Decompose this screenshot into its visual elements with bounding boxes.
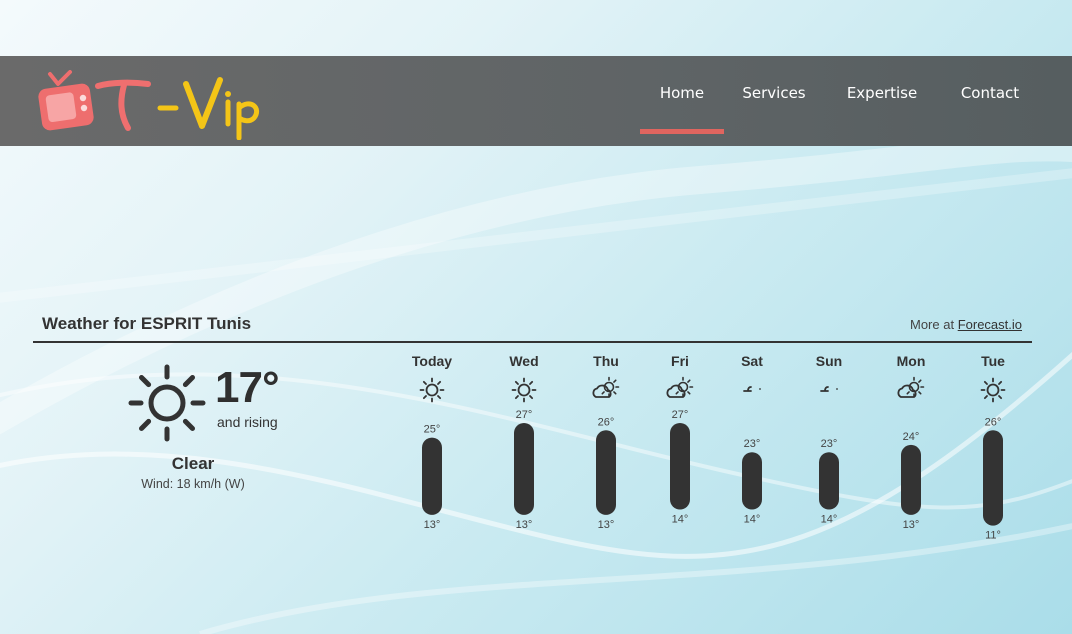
forecast-day-name: Thu xyxy=(593,353,619,369)
low-temperature: 14° xyxy=(744,514,761,526)
high-temperature: 23° xyxy=(821,438,838,450)
forecast-day: Tue 26° 11° xyxy=(980,353,1006,542)
navbar: Home Services Expertise Contact xyxy=(0,56,1072,146)
forecast-day: Sat 23° 14° xyxy=(741,353,763,526)
high-temperature: 26° xyxy=(598,416,615,428)
wind-icon xyxy=(820,386,838,392)
low-temperature: 14° xyxy=(672,514,689,526)
main-nav: Home Services Expertise Contact xyxy=(640,56,1040,146)
temperature-bar xyxy=(514,423,534,515)
weather-title: Weather for ESPRIT Tunis xyxy=(42,314,252,333)
weather-widget: Weather for ESPRIT Tunis More at Forecas… xyxy=(33,308,1032,542)
high-temperature: 26° xyxy=(985,416,1002,428)
forecast-day: Today 25° 13° xyxy=(412,353,452,531)
low-temperature: 14° xyxy=(821,514,838,526)
nav-contact[interactable]: Contact xyxy=(940,56,1040,146)
current-temperature: 17° xyxy=(215,363,280,412)
temperature-trend: and rising xyxy=(217,414,278,430)
temperature-bar xyxy=(596,430,616,515)
high-temperature: 23° xyxy=(744,438,761,450)
forecast-day: Sun 23° 14° xyxy=(816,353,842,526)
temperature-bar xyxy=(901,444,921,515)
temperature-bar xyxy=(983,430,1003,526)
temperature-bar xyxy=(819,452,839,510)
forecast-day-name: Mon xyxy=(897,353,926,369)
forecast-day-name: Today xyxy=(412,353,452,369)
forecast-day: Fri 27° 14° xyxy=(666,353,694,526)
nav-home[interactable]: Home xyxy=(640,56,724,146)
forecast-day-name: Sun xyxy=(816,353,842,369)
high-temperature: 27° xyxy=(516,409,533,421)
nav-expertise[interactable]: Expertise xyxy=(824,56,940,146)
current-summary: Clear xyxy=(171,454,215,473)
forecast-day-name: Tue xyxy=(981,353,1005,369)
forecast-day: Thu 26° 13° xyxy=(592,353,620,531)
clear-day-icon xyxy=(419,377,445,403)
forecast-day: Mon 24° 13° xyxy=(897,353,926,531)
temperature-bar xyxy=(422,437,442,515)
nav-services[interactable]: Services xyxy=(724,56,824,146)
partly-cloudy-day-icon xyxy=(897,376,925,398)
weather-header: Weather for ESPRIT Tunis More at Forecas… xyxy=(33,308,1032,343)
forecast-day-name: Fri xyxy=(671,353,689,369)
daily-forecast: Today25°13°Wed27°13°Thu26°13°Fri27°14°Sa… xyxy=(412,353,1006,542)
low-temperature: 13° xyxy=(424,519,441,531)
partly-cloudy-icon xyxy=(592,376,620,398)
high-temperature: 27° xyxy=(672,409,689,421)
low-temperature: 13° xyxy=(598,519,615,531)
logo[interactable] xyxy=(36,70,266,141)
current-conditions: 17° and rising Clear Wind: 18 km/h (W) xyxy=(33,343,333,503)
forecast-day-name: Wed xyxy=(509,353,538,369)
forecast-attribution: More at Forecast.io xyxy=(910,317,1022,332)
low-temperature: 13° xyxy=(903,519,920,531)
low-temperature: 11° xyxy=(985,530,1001,542)
low-temperature: 13° xyxy=(516,519,533,531)
tv-logo-icon xyxy=(38,70,260,141)
forecast-io-link[interactable]: Forecast.io xyxy=(958,317,1022,332)
partly-cloudy-day-icon xyxy=(666,376,694,398)
wind-icon xyxy=(743,386,761,392)
clear-day-icon xyxy=(128,364,206,442)
forecast-day-name: Sat xyxy=(741,353,763,369)
current-wind: Wind: 18 km/h (W) xyxy=(141,477,245,491)
clear-day-icon xyxy=(511,377,537,403)
forecast-day: Wed 27° 13° xyxy=(509,353,538,531)
high-temperature: 25° xyxy=(424,424,441,436)
clear-day-icon xyxy=(980,377,1006,403)
high-temperature: 24° xyxy=(903,431,920,443)
temperature-bar xyxy=(742,452,762,510)
temperature-bar xyxy=(670,423,690,510)
